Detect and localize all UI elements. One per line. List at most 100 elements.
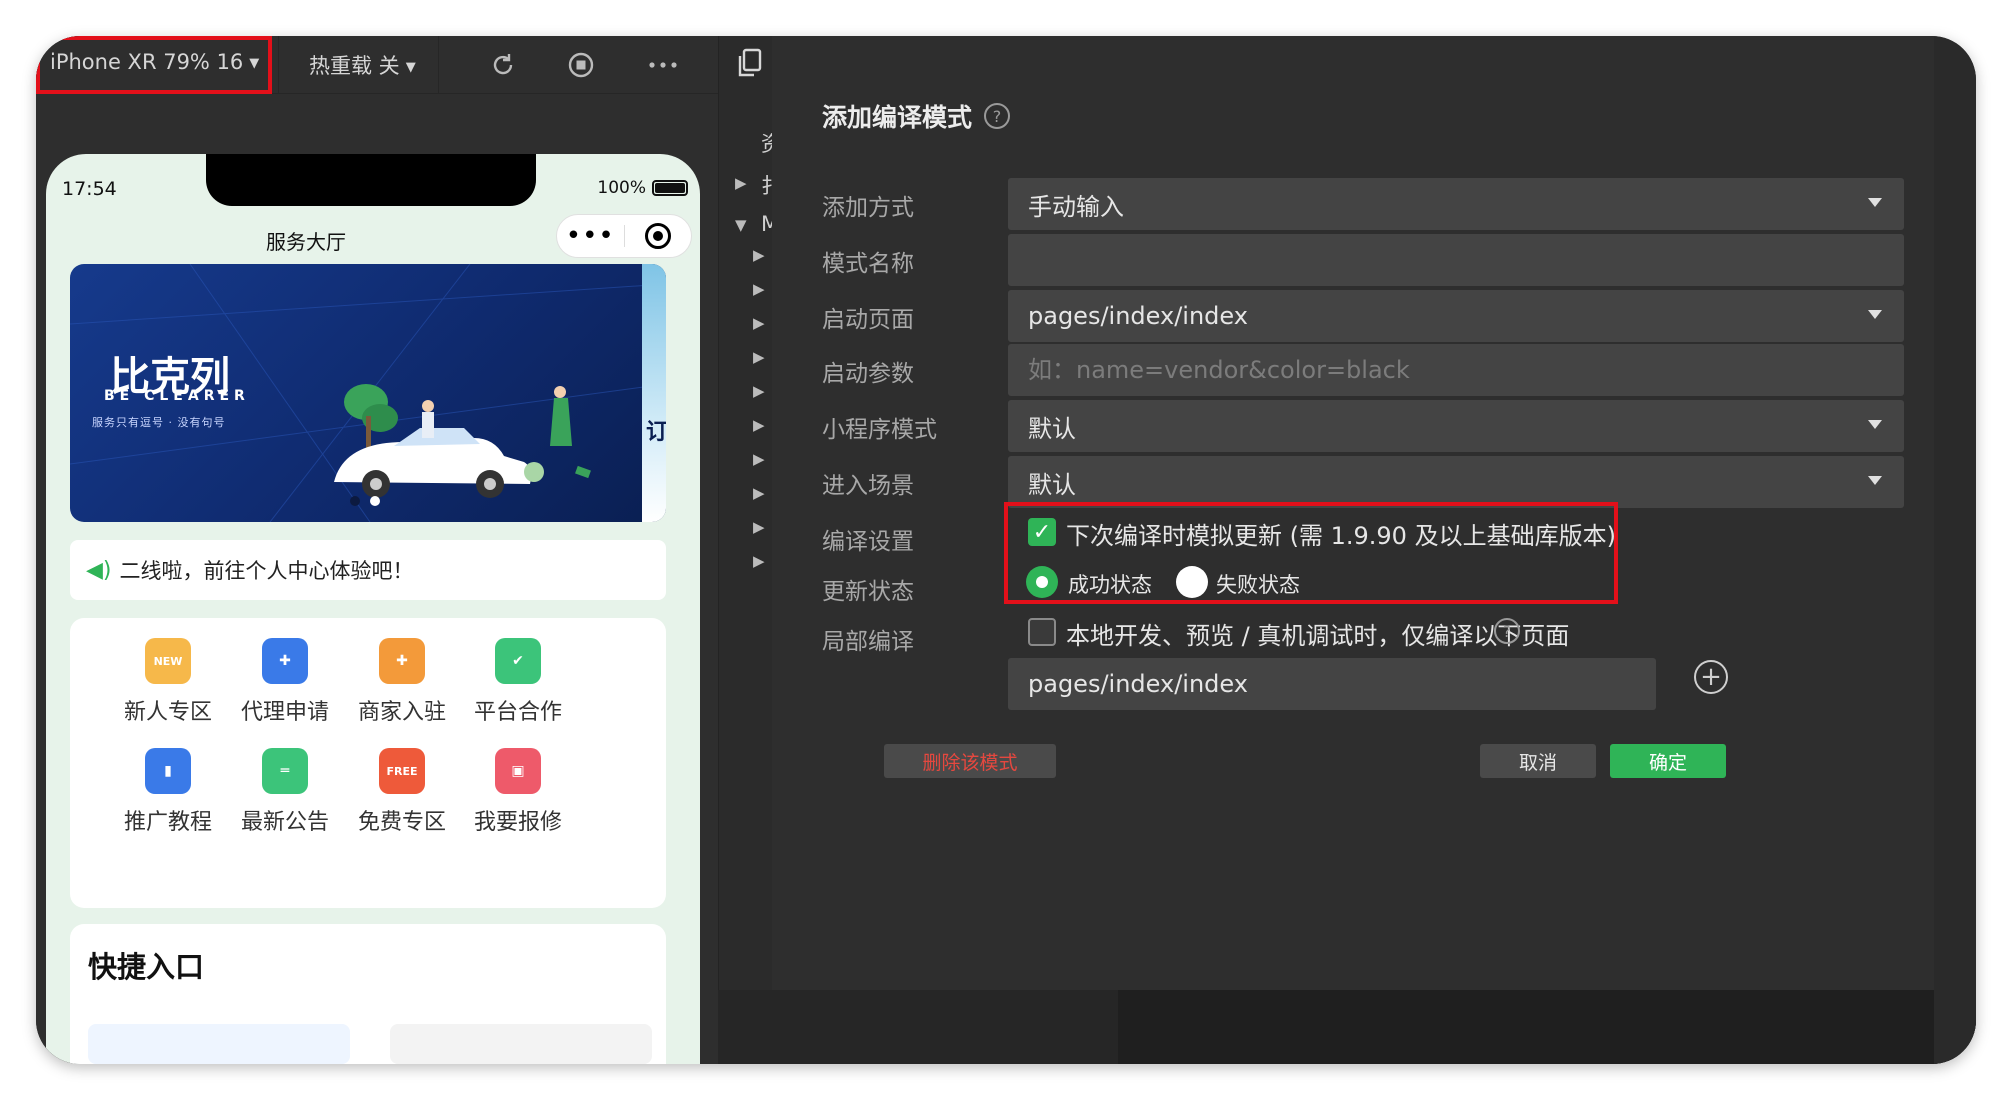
service-grid: NEW 新人专区 ✚ 代理申请 ✚ 商家入驻 ✔ 平台合作 ▮ 推广教程 ═ 最新公告 FREE 免费专区… — [70, 618, 666, 908]
dialog-title: 添加编译模式 ? — [822, 98, 1011, 134]
scene-select[interactable]: 默认 — [1008, 456, 1904, 508]
toolbar-divider — [438, 36, 439, 94]
book-icon: ▮ — [145, 748, 191, 794]
hot-reload-select[interactable]: 热重载 关 ▼ — [309, 50, 416, 80]
carousel-dot-active[interactable] — [370, 496, 380, 506]
capsule-close-button[interactable] — [625, 223, 692, 249]
partial-page-field[interactable]: pages/index/index — [1008, 658, 1656, 710]
dialog-title-text: 添加编译模式 — [822, 103, 973, 132]
expand-arrow-icon[interactable]: ▶ — [753, 518, 765, 536]
caret-down-icon — [1868, 310, 1882, 319]
add-circle-icon[interactable]: + — [1694, 660, 1728, 694]
quick-entry-item[interactable] — [390, 1024, 652, 1064]
stop-icon[interactable] — [566, 50, 596, 80]
mini-program-capsule: ••• — [556, 214, 692, 258]
expand-arrow-icon[interactable]: ▶ — [753, 348, 765, 366]
speaker-icon: ◀) — [86, 557, 112, 583]
expand-arrow-icon[interactable]: ▶ — [753, 314, 765, 332]
new-crown-icon: NEW — [145, 638, 191, 684]
refresh-icon[interactable] — [488, 50, 518, 80]
caret-down-icon — [1868, 420, 1882, 429]
mode-name-input[interactable] — [1028, 246, 1904, 274]
add-method-value: 手动输入 — [1028, 192, 1124, 221]
copy-icon[interactable] — [735, 48, 763, 85]
partial-compile-label: 局部编译 — [822, 629, 914, 655]
notice-text: 二线啦，前往个人中心体验吧！ — [119, 559, 414, 583]
briefcase-icon: ✚ — [262, 638, 308, 684]
caret-down-icon — [1868, 476, 1882, 485]
partial-page-value: pages/index/index — [1028, 670, 1248, 698]
mode-name-field[interactable] — [1008, 234, 1904, 286]
grid-item-repair[interactable]: ▣ 我要报修 — [448, 748, 588, 836]
shop-icon: ✚ — [379, 638, 425, 684]
expand-arrow-icon[interactable]: ▶ — [753, 450, 765, 468]
collapse-arrow-icon[interactable]: ▼ — [735, 216, 747, 234]
add-method-select[interactable]: 手动输入 — [1008, 178, 1904, 230]
simulator-toolbar: iPhone XR 79% 16 ▼ 热重载 关 ▼ — [36, 36, 718, 94]
help-icon[interactable]: ? — [984, 103, 1011, 129]
start-params-input[interactable] — [1028, 356, 1904, 384]
highlight-box — [36, 36, 272, 94]
delete-mode-button[interactable]: 删除该模式 — [884, 744, 1056, 778]
cancel-button[interactable]: 取消 — [1480, 744, 1596, 778]
banner-peek-char: 订 — [646, 420, 666, 445]
confirm-button[interactable]: 确定 — [1610, 744, 1726, 778]
notice-bar[interactable]: ◀) 二线啦，前往个人中心体验吧！ — [70, 540, 666, 600]
start-params-label: 启动参数 — [822, 361, 914, 387]
expand-arrow-icon[interactable]: ▶ — [753, 484, 765, 502]
phone-screen: 17:54 100% 服务大厅 ••• 比克列 BE CLEARER 服务只有逗… — [46, 154, 700, 1064]
scene-label: 进入场景 — [822, 473, 914, 499]
update-status-label: 更新状态 — [822, 579, 914, 605]
banner-carousel[interactable]: 比克列 BE CLEARER 服务只有逗号 · 没有句号 订 — [70, 264, 666, 522]
banner-subtitle: BE CLEARER — [104, 388, 250, 404]
grid-item-handshake[interactable]: ✔ 平台合作 — [448, 638, 588, 726]
battery-icon — [652, 180, 688, 196]
status-time: 17:54 — [62, 178, 117, 200]
chevron-down-icon: ▼ — [405, 59, 416, 75]
partial-compile-checkbox[interactable] — [1028, 618, 1056, 646]
mp-mode-label: 小程序模式 — [822, 417, 937, 443]
repair-icon: ▣ — [495, 748, 541, 794]
expand-arrow-icon[interactable]: ▶ — [753, 552, 765, 570]
status-battery: 100% — [597, 178, 688, 198]
status-strip-dark — [1118, 990, 1976, 1064]
page-title: 服务大厅 — [266, 230, 346, 254]
more-icon[interactable] — [648, 50, 678, 80]
handshake-icon: ✔ — [495, 638, 541, 684]
quick-entry-card: 快捷入口 — [70, 924, 666, 1064]
phone-notch — [206, 154, 536, 206]
simulator-panel: iPhone XR 79% 16 ▼ 热重载 关 ▼ 17:54 100% 服务… — [36, 36, 718, 1064]
start-page-select[interactable]: pages/index/index — [1008, 290, 1904, 342]
carousel-dot[interactable] — [350, 496, 360, 506]
announcement-icon: ═ — [262, 748, 308, 794]
banner-tagline: 服务只有逗号 · 没有句号 — [92, 416, 226, 429]
start-page-value: pages/index/index — [1028, 302, 1248, 330]
toolbar-divider — [278, 36, 279, 94]
expand-arrow-icon[interactable]: ▶ — [753, 382, 765, 400]
expand-arrow-icon[interactable]: ▶ — [753, 246, 765, 264]
battery-percent: 100% — [597, 178, 646, 198]
devtools-window: iPhone XR 79% 16 ▼ 热重载 关 ▼ 17:54 100% 服务… — [36, 36, 1976, 1064]
quick-entry-item[interactable] — [88, 1024, 350, 1064]
free-icon: FREE — [379, 748, 425, 794]
caret-down-icon — [1868, 198, 1882, 207]
capsule-more-button[interactable]: ••• — [557, 223, 624, 249]
help-icon[interactable]: ? — [1494, 618, 1520, 644]
mp-mode-select[interactable]: 默认 — [1008, 400, 1904, 452]
expand-arrow-icon[interactable]: ▶ — [753, 416, 765, 434]
start-page-label: 启动页面 — [822, 307, 914, 333]
expand-arrow-icon[interactable]: ▶ — [753, 280, 765, 298]
compile-settings-label: 编译设置 — [822, 529, 914, 555]
carousel-indicator — [350, 496, 380, 506]
start-params-field[interactable] — [1008, 344, 1904, 396]
car-wash-illustration — [334, 384, 591, 498]
add-compile-mode-dialog: 添加编译模式 ? 添加方式 手动输入 模式名称 启动页面 pages/index… — [772, 36, 1934, 990]
hot-reload-label: 热重载 关 — [309, 54, 400, 78]
grid-item-label: 平台合作 — [473, 700, 562, 725]
grid-item-label: 我要报修 — [473, 810, 562, 835]
target-icon — [644, 223, 671, 249]
expand-arrow-icon[interactable]: ▶ — [735, 174, 747, 192]
scene-value: 默认 — [1028, 470, 1076, 499]
mode-name-label: 模式名称 — [822, 251, 914, 277]
next-banner-peek: 订 — [642, 264, 666, 522]
